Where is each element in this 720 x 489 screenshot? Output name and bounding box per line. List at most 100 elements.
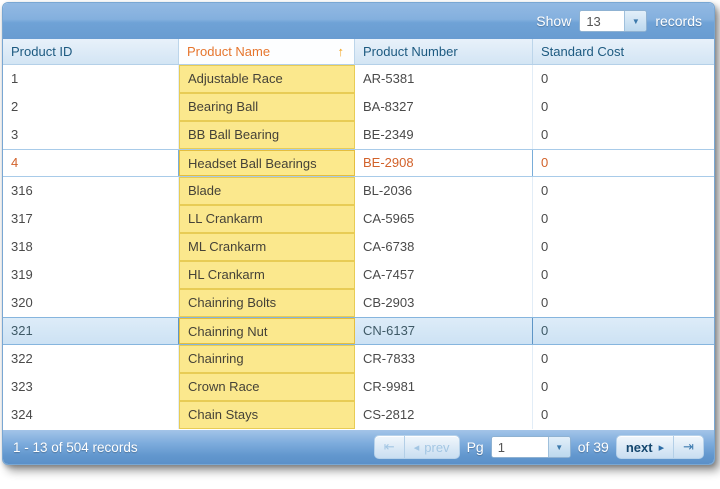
cell-number: CA-6738 bbox=[355, 233, 533, 261]
prev-page-button[interactable]: ◂ prev bbox=[404, 436, 459, 458]
cell-number: BA-8327 bbox=[355, 93, 533, 121]
record-range-status: 1 - 13 of 504 records bbox=[13, 440, 374, 455]
pager-left-group: ⇤ ◂ prev bbox=[374, 435, 460, 459]
cell-cost: 0 bbox=[533, 345, 714, 373]
page-size-combo: ▼ bbox=[579, 10, 647, 32]
grid-body: 1Adjustable RaceAR-538102Bearing BallBA-… bbox=[3, 65, 714, 430]
cell-number: CB-2903 bbox=[355, 289, 533, 317]
sort-ascending-icon: ↑ bbox=[338, 39, 345, 64]
column-header-product-name[interactable]: Product Name ↑ bbox=[179, 39, 355, 64]
cell-number: AR-5381 bbox=[355, 65, 533, 93]
table-row[interactable]: 316BladeBL-20360 bbox=[3, 177, 714, 205]
cell-id: 321 bbox=[3, 318, 179, 344]
next-label: next bbox=[626, 440, 653, 455]
next-arrow-icon: ▸ bbox=[659, 441, 665, 454]
cell-name: Chainring bbox=[179, 345, 355, 373]
cell-name: Bearing Ball bbox=[179, 93, 355, 121]
cell-cost: 0 bbox=[533, 373, 714, 401]
page-dropdown-button[interactable]: ▼ bbox=[548, 437, 570, 457]
last-page-icon: ⇥ bbox=[683, 439, 694, 455]
column-header-row: Product ID Product Name ↑ Product Number… bbox=[3, 39, 714, 65]
cell-id: 316 bbox=[3, 177, 179, 205]
table-row[interactable]: 3BB Ball BearingBE-23490 bbox=[3, 121, 714, 149]
cell-name: Chain Stays bbox=[179, 401, 355, 429]
cell-cost: 0 bbox=[533, 150, 714, 176]
table-row[interactable]: 317LL CrankarmCA-59650 bbox=[3, 205, 714, 233]
table-row[interactable]: 1Adjustable RaceAR-53810 bbox=[3, 65, 714, 93]
cell-number: CR-7833 bbox=[355, 345, 533, 373]
table-row[interactable]: 318ML CrankarmCA-67380 bbox=[3, 233, 714, 261]
grid-footer: 1 - 13 of 504 records ⇤ ◂ prev Pg ▼ of 3… bbox=[3, 430, 714, 464]
data-grid-widget: Show ▼ records Product ID Product Name ↑… bbox=[2, 2, 715, 465]
chevron-down-icon: ▼ bbox=[632, 17, 640, 26]
last-page-button[interactable]: ⇥ bbox=[673, 436, 703, 458]
cell-number: CR-9981 bbox=[355, 373, 533, 401]
cell-name: HL Crankarm bbox=[179, 261, 355, 289]
cell-id: 319 bbox=[3, 261, 179, 289]
cell-name: Blade bbox=[179, 177, 355, 205]
pager-right-group: next ▸ ⇥ bbox=[616, 435, 704, 459]
prev-label: prev bbox=[424, 440, 449, 455]
cell-name: BB Ball Bearing bbox=[179, 121, 355, 149]
first-page-icon: ⇤ bbox=[384, 439, 395, 455]
cell-number: CN-6137 bbox=[355, 318, 533, 344]
cell-cost: 0 bbox=[533, 261, 714, 289]
grid-toolbar: Show ▼ records bbox=[3, 3, 714, 39]
page-number-input[interactable] bbox=[492, 437, 548, 457]
chevron-down-icon: ▼ bbox=[555, 443, 563, 452]
cell-name: Adjustable Race bbox=[179, 65, 355, 93]
cell-number: BL-2036 bbox=[355, 177, 533, 205]
table-row[interactable]: 320Chainring BoltsCB-29030 bbox=[3, 289, 714, 317]
table-row[interactable]: 2Bearing BallBA-83270 bbox=[3, 93, 714, 121]
cell-name: Chainring Bolts bbox=[179, 289, 355, 317]
page-size-input[interactable] bbox=[580, 11, 624, 31]
cell-name: Headset Ball Bearings bbox=[179, 150, 355, 176]
cell-id: 324 bbox=[3, 401, 179, 429]
cell-id: 317 bbox=[3, 205, 179, 233]
cell-cost: 0 bbox=[533, 177, 714, 205]
cell-name: ML Crankarm bbox=[179, 233, 355, 261]
cell-id: 2 bbox=[3, 93, 179, 121]
cell-cost: 0 bbox=[533, 401, 714, 429]
cell-cost: 0 bbox=[533, 93, 714, 121]
cell-name: Chainring Nut bbox=[179, 318, 355, 344]
cell-id: 320 bbox=[3, 289, 179, 317]
cell-cost: 0 bbox=[533, 205, 714, 233]
cell-id: 322 bbox=[3, 345, 179, 373]
table-row[interactable]: 4Headset Ball BearingsBE-29080 bbox=[3, 149, 714, 177]
pg-label: Pg bbox=[467, 439, 484, 455]
cell-id: 4 bbox=[3, 150, 179, 176]
table-row[interactable]: 324Chain StaysCS-28120 bbox=[3, 401, 714, 429]
prev-arrow-icon: ◂ bbox=[414, 441, 420, 454]
of-total-pages-label: of 39 bbox=[578, 439, 609, 455]
cell-name: LL Crankarm bbox=[179, 205, 355, 233]
column-header-product-name-label: Product Name bbox=[187, 44, 270, 59]
column-header-product-id[interactable]: Product ID bbox=[3, 39, 179, 64]
cell-name: Crown Race bbox=[179, 373, 355, 401]
page-size-dropdown-button[interactable]: ▼ bbox=[624, 11, 646, 31]
cell-number: BE-2349 bbox=[355, 121, 533, 149]
cell-number: CA-5965 bbox=[355, 205, 533, 233]
cell-id: 323 bbox=[3, 373, 179, 401]
cell-cost: 0 bbox=[533, 121, 714, 149]
cell-cost: 0 bbox=[533, 318, 714, 344]
cell-id: 318 bbox=[3, 233, 179, 261]
first-page-button[interactable]: ⇤ bbox=[375, 436, 404, 458]
cell-number: CS-2812 bbox=[355, 401, 533, 429]
show-label: Show bbox=[536, 13, 571, 29]
page-combo: ▼ bbox=[491, 436, 571, 458]
table-row[interactable]: 323Crown RaceCR-99810 bbox=[3, 373, 714, 401]
cell-cost: 0 bbox=[533, 65, 714, 93]
table-row[interactable]: 321Chainring NutCN-61370 bbox=[3, 317, 714, 345]
cell-cost: 0 bbox=[533, 233, 714, 261]
cell-id: 1 bbox=[3, 65, 179, 93]
column-header-standard-cost[interactable]: Standard Cost bbox=[533, 39, 714, 64]
pager: ⇤ ◂ prev Pg ▼ of 39 next ▸ bbox=[374, 435, 704, 459]
column-header-product-number[interactable]: Product Number bbox=[355, 39, 533, 64]
cell-id: 3 bbox=[3, 121, 179, 149]
table-row[interactable]: 319HL CrankarmCA-74570 bbox=[3, 261, 714, 289]
records-label: records bbox=[655, 13, 702, 29]
table-row[interactable]: 322ChainringCR-78330 bbox=[3, 345, 714, 373]
cell-cost: 0 bbox=[533, 289, 714, 317]
next-page-button[interactable]: next ▸ bbox=[617, 436, 673, 458]
